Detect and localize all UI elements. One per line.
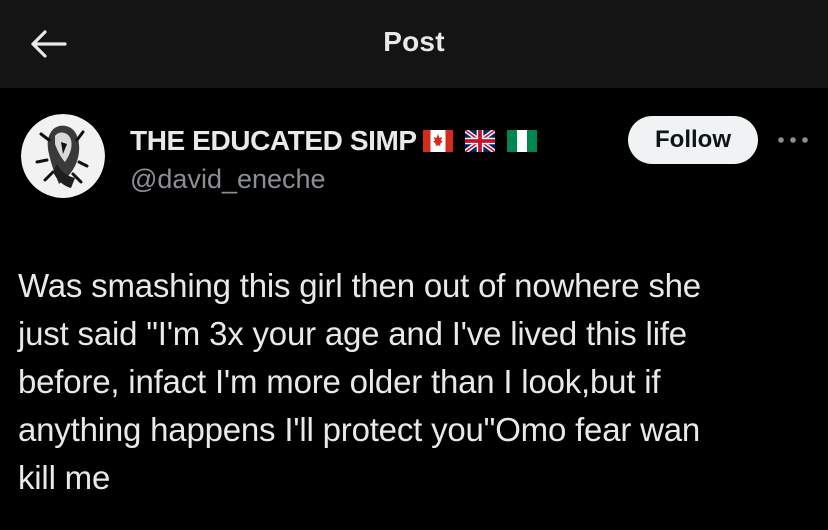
more-options-icon [778, 137, 808, 143]
follow-button[interactable]: Follow [628, 116, 758, 164]
author-handle[interactable]: @david_eneche [130, 164, 326, 195]
avatar[interactable] [21, 114, 105, 198]
author-name-row: THE EDUCATED SIMP [130, 122, 537, 160]
author-display-name[interactable]: THE EDUCATED SIMP [130, 125, 417, 157]
top-bar: Post [0, 0, 828, 88]
more-options-button[interactable] [776, 128, 810, 152]
uk-flag-icon [464, 130, 495, 152]
avatar-image [21, 114, 105, 198]
post-text: Was smashing this girl then out of nowhe… [18, 267, 701, 496]
flags [422, 130, 537, 152]
nigeria-flag-icon [506, 130, 537, 152]
page-title: Post [383, 26, 445, 57]
canada-flag-icon [422, 130, 453, 152]
